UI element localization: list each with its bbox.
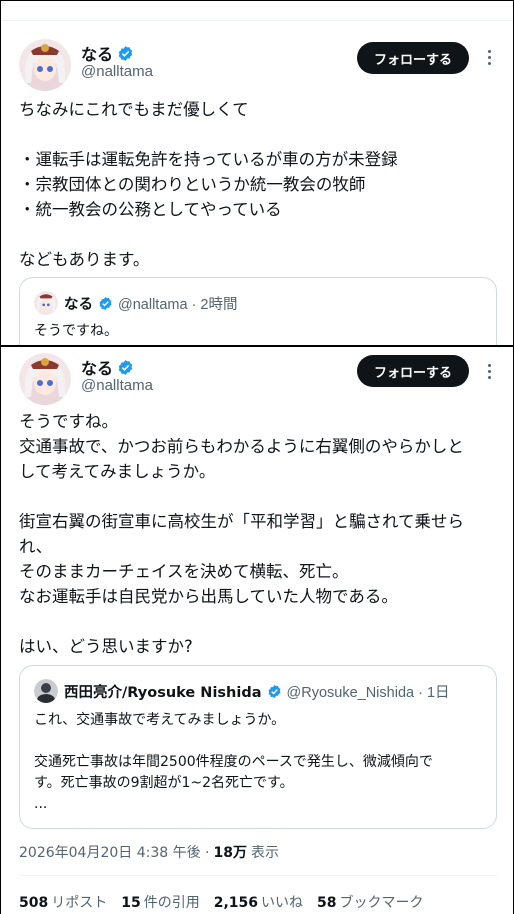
- quotes-count: 15: [121, 895, 141, 911]
- avatar[interactable]: [19, 353, 71, 405]
- bookmarks-count: 58: [317, 895, 337, 911]
- divider: [1, 20, 513, 21]
- tweet-text: そうですね。 交通事故で、かつお前らもわかるように右翼側のやらかしと して考えて…: [19, 412, 465, 656]
- tweet-text: ちなみにこれでもまだ優しくて ・運転手は運転免許を持っているが車の方が未登録 ・…: [19, 100, 398, 269]
- quote-avatar: [34, 291, 58, 315]
- quoted-tweet[interactable]: なる @nalltama · 2時間 そうですね。: [19, 277, 497, 345]
- more-options-icon[interactable]: [479, 47, 499, 67]
- reposts-count: 508: [19, 895, 49, 911]
- likes-label: いいね: [261, 895, 304, 911]
- author-handle[interactable]: @nalltama: [81, 63, 153, 80]
- quote-text: そうですね。: [34, 323, 118, 339]
- reposts-label: リポスト: [51, 895, 108, 911]
- follow-button[interactable]: フォローする: [357, 355, 469, 387]
- quote-avatar: [34, 679, 58, 703]
- likes-count: 2,156: [213, 895, 259, 911]
- tweet-timestamp[interactable]: 2026年04月20日 4:38 午後 · 18万 表示: [19, 842, 279, 862]
- reposts-stat[interactable]: 508 リポスト: [19, 892, 107, 912]
- quotes-label: 件の引用: [143, 895, 200, 911]
- quote-header: なる @nalltama · 2時間: [64, 293, 237, 314]
- verified-badge-icon: [268, 684, 280, 699]
- divider: [19, 875, 497, 876]
- verified-badge-icon: [118, 45, 133, 61]
- likes-stat[interactable]: 2,156 いいね: [214, 892, 303, 912]
- avatar[interactable]: [19, 39, 71, 91]
- author-name-text: なる: [81, 359, 114, 378]
- quote-text: これ、交通事故で考えてみましょうか。 交通死亡事故は年間2500件程度のペースで…: [34, 712, 433, 812]
- tweet-card-1: なる @nalltama フォローする ちなみにこれでもまだ優しくて ・運転手は…: [0, 0, 514, 345]
- quotes-stat[interactable]: 15 件の引用: [121, 892, 199, 912]
- verified-badge-icon: [118, 359, 133, 375]
- views-label: 表示: [250, 845, 279, 861]
- quote-author-meta: @nalltama · 2時間: [118, 297, 238, 313]
- quoted-tweet[interactable]: 西田亮介/Ryosuke Nishida @Ryosuke_Nishida · …: [19, 665, 497, 829]
- quote-author-name: なる: [64, 297, 93, 313]
- quote-author-meta: @Ryosuke_Nishida · 1日: [286, 685, 450, 701]
- author-name[interactable]: なる: [81, 41, 134, 65]
- engagement-stats: 508 リポスト 15 件の引用 2,156 いいね 58 ブックマーク: [19, 892, 424, 912]
- bookmarks-stat[interactable]: 58 ブックマーク: [317, 892, 423, 912]
- verified-badge-icon: [99, 296, 112, 311]
- follow-button[interactable]: フォローする: [357, 42, 469, 74]
- bookmarks-label: ブックマーク: [339, 895, 424, 911]
- author-handle[interactable]: @nalltama: [81, 377, 153, 394]
- views-count: 18万: [213, 845, 247, 861]
- more-options-icon[interactable]: [479, 361, 499, 381]
- timestamp-text: 2026年04月20日 4:38 午後 ·: [19, 845, 210, 861]
- quote-header: 西田亮介/Ryosuke Nishida @Ryosuke_Nishida · …: [64, 681, 450, 702]
- author-name[interactable]: なる: [81, 355, 134, 379]
- quote-author-name: 西田亮介/Ryosuke Nishida: [64, 685, 262, 701]
- author-name-text: なる: [81, 45, 114, 64]
- tweet-card-2: なる @nalltama フォローする そうですね。 交通事故で、かつお前らもわ…: [0, 345, 514, 914]
